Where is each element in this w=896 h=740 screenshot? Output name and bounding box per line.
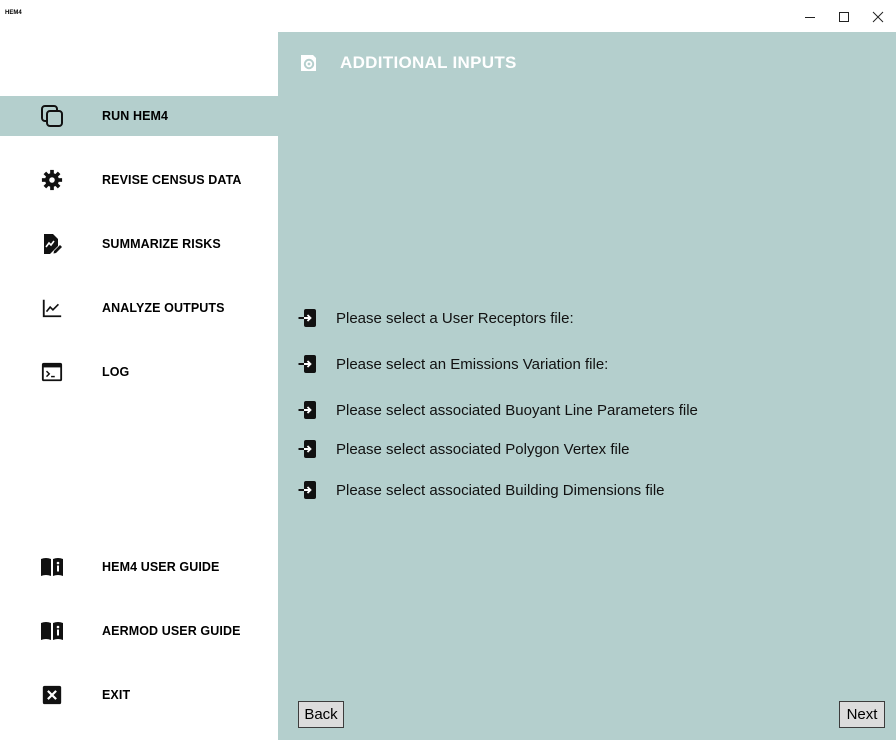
minimize-icon	[805, 17, 815, 18]
sidebar-item-label: ANALYZE OUTPUTS	[102, 301, 225, 315]
sidebar-item-run-hem4[interactable]: RUN HEM4	[0, 96, 278, 136]
emissions-variation-file-prompt[interactable]: Please select an Emissions Variation fil…	[298, 352, 878, 376]
user-receptors-file-prompt[interactable]: Please select a User Receptors file:	[298, 306, 878, 330]
close-box-icon	[40, 683, 64, 707]
run-copy-icon	[40, 104, 64, 128]
close-button[interactable]	[866, 6, 890, 28]
building-dimensions-file-prompt[interactable]: Please select associated Building Dimens…	[298, 478, 878, 502]
sidebar-item-label: REVISE CENSUS DATA	[102, 173, 242, 187]
back-button[interactable]: Back	[298, 701, 344, 728]
prompt-label: Please select associated Polygon Vertex …	[336, 440, 630, 458]
sidebar-item-analyze-outputs[interactable]: ANALYZE OUTPUTS	[0, 288, 278, 328]
buoyant-line-parameters-file-prompt[interactable]: Please select associated Buoyant Line Pa…	[298, 398, 878, 422]
prompt-label: Please select associated Buoyant Line Pa…	[336, 401, 698, 419]
terminal-icon	[40, 360, 64, 384]
main-panel: ADDITIONAL INPUTS Please select a User R…	[278, 32, 896, 740]
sidebar-item-label: LOG	[102, 365, 130, 379]
file-import-icon	[298, 401, 316, 419]
sidebar-item-log[interactable]: LOG	[0, 352, 278, 392]
page-title: ADDITIONAL INPUTS	[340, 53, 517, 72]
sidebar-item-exit[interactable]: EXIT	[0, 675, 278, 715]
sidebar-item-label: RUN HEM4	[102, 109, 169, 123]
window-title: HEM4	[5, 10, 22, 16]
sidebar-item-hem4-user-guide[interactable]: HEM4 USER GUIDE	[0, 547, 278, 587]
sidebar-item-label: HEM4 USER GUIDE	[102, 560, 220, 574]
sidebar-item-label: AERMOD USER GUIDE	[102, 624, 241, 638]
sidebar-item-revise-census-data[interactable]: REVISE CENSUS DATA	[0, 160, 278, 200]
document-chart-icon	[40, 232, 64, 256]
prompt-label: Please select associated Building Dimens…	[336, 481, 665, 499]
maximize-button[interactable]	[832, 6, 856, 28]
line-chart-icon	[40, 296, 64, 320]
book-info-icon	[40, 555, 64, 579]
close-icon	[872, 11, 884, 23]
next-button[interactable]: Next	[839, 701, 885, 728]
sidebar-item-label: SUMMARIZE RISKS	[102, 237, 221, 251]
file-import-icon	[298, 309, 316, 327]
file-import-icon	[298, 355, 316, 373]
title-bar: HEM4	[0, 0, 896, 32]
maximize-icon	[839, 12, 849, 22]
sidebar-item-label: EXIT	[102, 688, 131, 702]
sidebar-item-summarize-risks[interactable]: SUMMARIZE RISKS	[0, 224, 278, 264]
book-info-icon	[40, 619, 64, 643]
gear-icon	[40, 168, 64, 192]
sidebar-item-aermod-user-guide[interactable]: AERMOD USER GUIDE	[0, 611, 278, 651]
file-import-icon	[298, 440, 316, 458]
prompt-label: Please select a User Receptors file:	[336, 309, 574, 327]
prompt-label: Please select an Emissions Variation fil…	[336, 355, 609, 373]
sidebar: RUN HEM4 REVISE CENSUS DATA SUMMARIZE RI…	[0, 32, 278, 740]
app-logo-icon	[298, 53, 318, 73]
polygon-vertex-file-prompt[interactable]: Please select associated Polygon Vertex …	[298, 437, 878, 461]
minimize-button[interactable]	[798, 6, 822, 28]
file-import-icon	[298, 481, 316, 499]
